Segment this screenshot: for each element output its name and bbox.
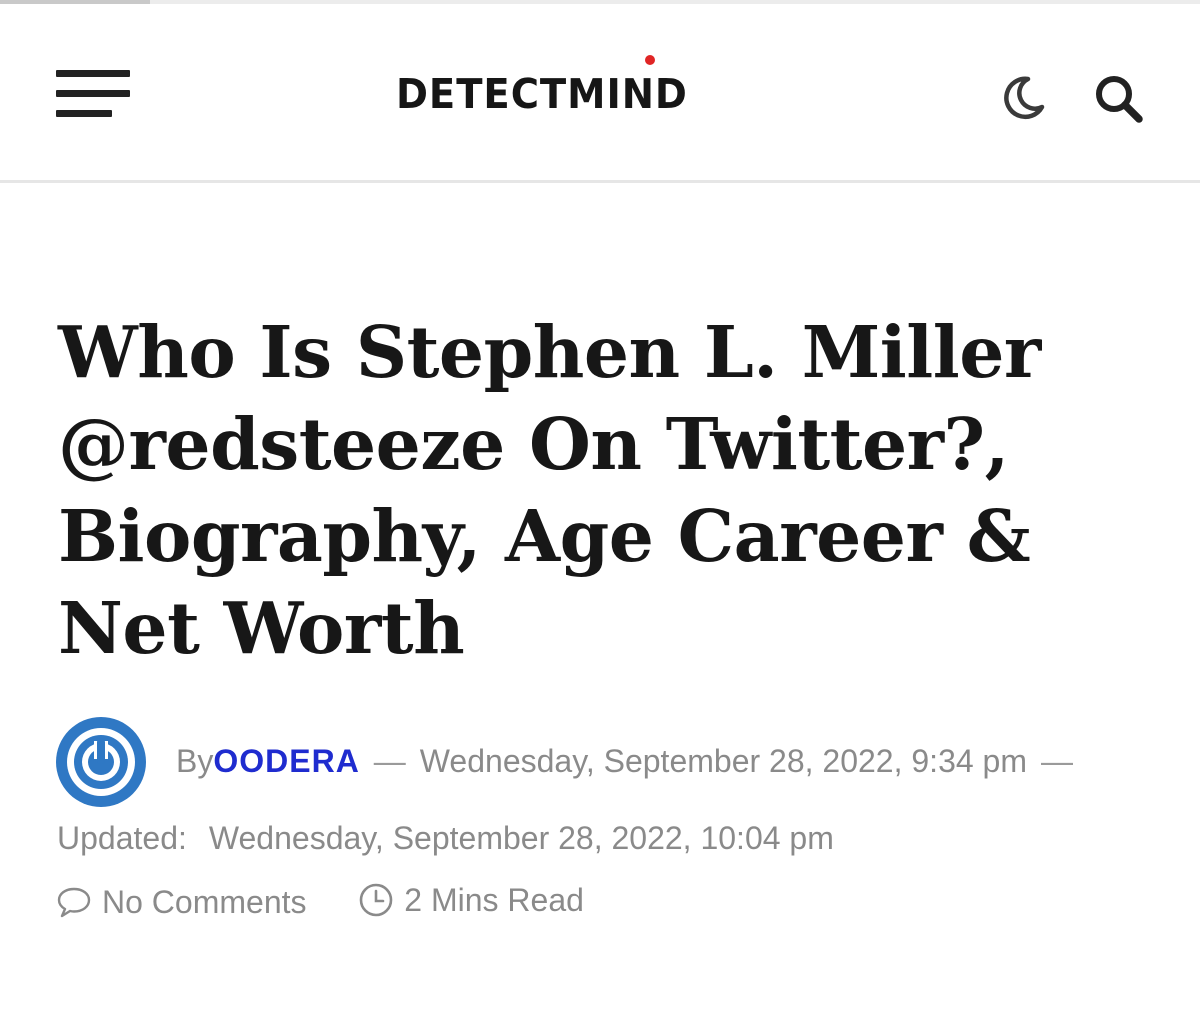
search-icon[interactable] (1093, 73, 1145, 125)
separator: — (1041, 743, 1073, 779)
power-icon (56, 717, 146, 807)
comment-icon (57, 887, 91, 918)
author-link[interactable]: OODERA (213, 743, 359, 779)
logo-text: DETECTMIND (396, 70, 688, 118)
clock-icon (359, 883, 393, 917)
author-avatar[interactable] (56, 717, 146, 807)
read-time-label: 2 Mins Read (404, 882, 584, 918)
article-meta: No Comments 2 Mins Read (56, 878, 584, 922)
moon-icon[interactable] (998, 73, 1048, 123)
site-header: DETECTMIND (0, 4, 1200, 183)
hamburger-menu-icon[interactable] (56, 70, 130, 122)
updated-line: Updated: Wednesday, September 28, 2022, 1… (57, 816, 834, 860)
site-logo[interactable]: DETECTMIND (396, 55, 726, 120)
article-title: Who Is Stephen L. Miller @redsteeze On T… (58, 310, 1041, 670)
comments-count: No Comments (102, 884, 307, 920)
separator: — (373, 743, 406, 779)
logo-dot (645, 55, 655, 65)
updated-label: Updated: (57, 820, 187, 856)
read-time: 2 Mins Read (358, 878, 584, 922)
comments-link[interactable]: No Comments (56, 880, 307, 924)
by-label: By (176, 743, 214, 779)
article-byline: ByOODERA — Wednesday, September 28, 2022, … (176, 739, 1087, 783)
published-date: Wednesday, September 28, 2022, 9:34 pm (419, 743, 1027, 779)
updated-date: Wednesday, September 28, 2022, 10:04 pm (208, 820, 834, 856)
